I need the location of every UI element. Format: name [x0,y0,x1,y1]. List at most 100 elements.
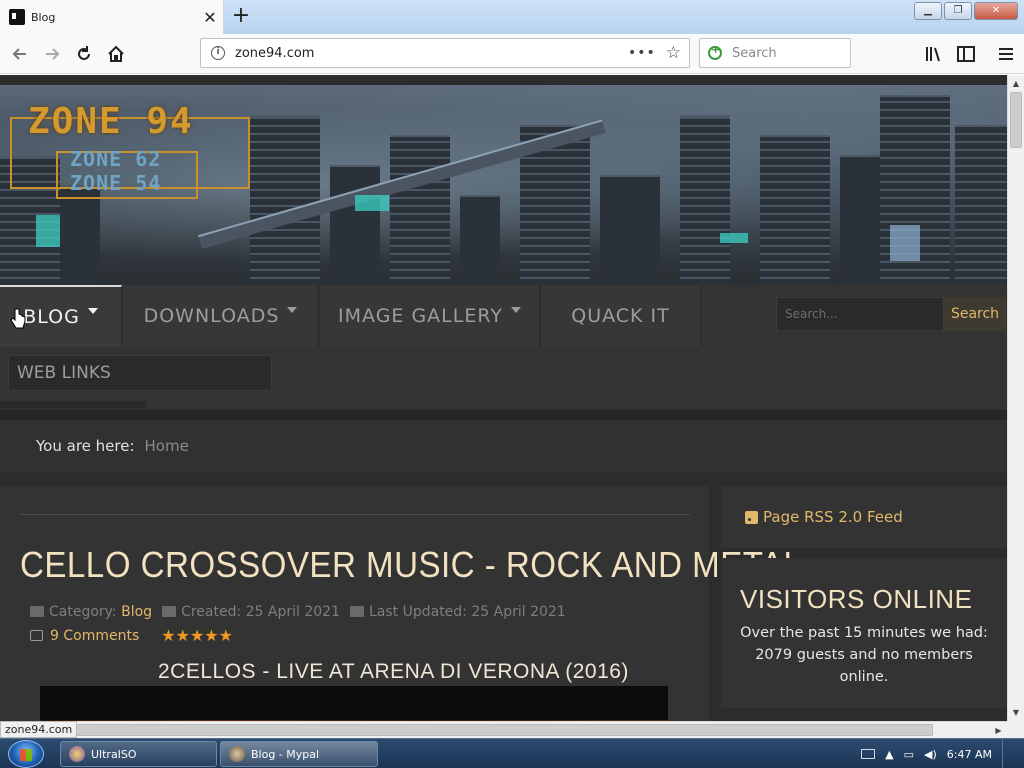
article-title[interactable]: CELLO CROSSOVER MUSIC - ROCK AND METAL [20,544,802,586]
caret-down-icon [287,307,298,313]
keyboard-icon[interactable] [861,749,876,759]
article-updated: Last Updated: 25 April 2021 [349,604,566,620]
folder-icon [30,606,44,617]
menu-divider [0,401,146,408]
caret-down-icon [87,308,98,314]
article-subtitle: 2CELLOS - LIVE AT ARENA DI VERONA (2016) [158,660,629,683]
menu-item-label: QUACK IT [571,305,670,327]
reload-icon [78,46,90,60]
sidebar-button[interactable] [952,40,980,68]
site-favicon-icon [9,9,25,25]
visitors-text: Over the past 15 minutes we had: 2079 gu… [740,625,988,685]
reload-button[interactable] [70,40,98,68]
minimize-button[interactable]: ▁ [914,2,942,20]
window-controls: ▁ ❐ ✕ [914,2,1018,20]
rss-feed-module[interactable]: Page RSS 2.0 Feed [721,486,1007,548]
show-desktop-button[interactable] [1002,739,1014,768]
clock[interactable]: 6:47 AM [947,748,992,761]
search-engine-icon[interactable] [708,43,722,60]
vertical-scrollbar[interactable]: ▲ ▼ [1007,75,1024,721]
menu-item-label: DOWNLOADS [143,305,280,327]
volume-icon[interactable]: ◀) [924,748,937,761]
comment-icon [30,630,43,641]
article-created: Created: 25 April 2021 [162,604,340,620]
home-icon [108,45,124,62]
page-viewport: ZONE 94 ZONE 62 ZONE 54 BLOG DOWNLOADS I… [0,75,1007,721]
horizontal-scroll-thumb[interactable] [17,724,933,736]
comments-link[interactable]: 9 Comments [50,628,139,644]
tray-expand-icon[interactable]: ▲ [885,748,893,761]
article-divider [20,514,690,515]
site-header-banner: ZONE 94 ZONE 62 ZONE 54 [0,85,1007,285]
menu-item-downloads[interactable]: DOWNLOADS [123,285,319,347]
taskbar-item-ultraiso[interactable]: UltraISO [60,741,217,767]
calendar-edit-icon [349,606,364,617]
category-link[interactable]: Blog [121,604,152,620]
scroll-down-icon[interactable]: ▼ [1008,704,1024,721]
menu-item-label: BLOG [23,306,80,328]
site-info-icon[interactable]: i [211,46,225,60]
start-button[interactable] [8,740,44,768]
maximize-button[interactable]: ❐ [944,2,972,20]
menu-item-quack-it[interactable]: QUACK IT [541,285,701,347]
breadcrumb-home: Home [144,437,189,455]
hamburger-menu-icon [999,48,1013,60]
embedded-video[interactable] [40,686,668,721]
windows-taskbar: UltraISO Blog - Mypal ▲ ▭ ◀) 6:47 AM [0,738,1024,768]
tab-title: Blog [31,10,56,24]
rss-icon [745,510,758,524]
status-link-preview: zone94.com [0,721,78,738]
menu-button[interactable] [992,40,1020,68]
horizontal-scrollbar[interactable]: ▶ [0,721,1007,738]
divider-bar [0,410,1007,420]
close-tab-icon[interactable]: ✕ [197,8,223,27]
browser-tab[interactable]: Blog ✕ [0,0,224,34]
url-bar[interactable]: i zone94.com ••• ☆ [200,38,690,68]
breadcrumb: You are here: Home [0,420,1007,472]
site-logo-main[interactable]: ZONE 94 [28,101,194,142]
system-tray: ▲ ▭ ◀) 6:47 AM [861,739,1024,768]
rating-stars[interactable]: ★★★★★ [161,626,233,645]
site-search-button[interactable]: Search [944,297,1006,331]
breadcrumb-label: You are here: [36,437,135,455]
calendar-icon [162,606,177,617]
article-panel: CELLO CROSSOVER MUSIC - ROCK AND METAL C… [0,486,802,721]
article-meta-2: 9 Comments ★★★★★ [30,626,233,645]
network-icon[interactable]: ▭ [904,748,914,761]
site-logo-sub1: ZONE 62 [70,147,162,171]
forward-button[interactable] [38,40,66,68]
menu-item-web-links[interactable]: WEB LINKS [8,355,272,391]
bookmark-star-icon[interactable]: ☆ [666,43,681,63]
caret-down-icon [510,307,521,313]
visitors-title: VISITORS ONLINE [740,584,973,614]
forward-arrow-icon [46,48,60,60]
page-actions-icon[interactable]: ••• [628,45,656,61]
visitors-module: VISITORS ONLINE Over the past 15 minutes… [721,558,1007,708]
taskbar-item-mypal[interactable]: Blog - Mypal [220,741,378,767]
menu-item-label: IMAGE GALLERY [338,305,503,327]
browser-search-box[interactable]: Search [699,38,851,68]
scroll-up-icon[interactable]: ▲ [1008,75,1024,92]
scrollbar-corner [1007,721,1024,738]
site-search-input[interactable]: Search... [776,297,944,331]
hand-cursor-icon [10,308,26,329]
back-button[interactable] [6,40,34,68]
site-main-menu: BLOG DOWNLOADS IMAGE GALLERY QUACK IT Se… [0,285,1007,410]
new-tab-button[interactable]: + [228,4,254,30]
vertical-scroll-thumb[interactable] [1010,92,1022,148]
back-arrow-icon [12,48,26,60]
sidebar-icon [957,46,975,62]
search-placeholder: Search [732,45,777,61]
browser-titlebar: Blog ✕ + ▁ ❐ ✕ [0,0,1024,34]
home-button[interactable] [102,40,130,68]
ultraiso-icon [69,746,85,762]
mypal-icon [229,746,245,762]
scroll-right-icon[interactable]: ▶ [990,722,1007,739]
url-text[interactable]: zone94.com [235,46,628,61]
menu-item-image-gallery[interactable]: IMAGE GALLERY [320,285,540,347]
close-window-button[interactable]: ✕ [974,2,1018,20]
library-button[interactable] [920,40,948,68]
article-category: Category: Blog [30,604,152,620]
article-meta: Category: Blog Created: 25 April 2021 La… [30,604,566,620]
rss-link[interactable]: Page RSS 2.0 Feed [763,508,903,526]
